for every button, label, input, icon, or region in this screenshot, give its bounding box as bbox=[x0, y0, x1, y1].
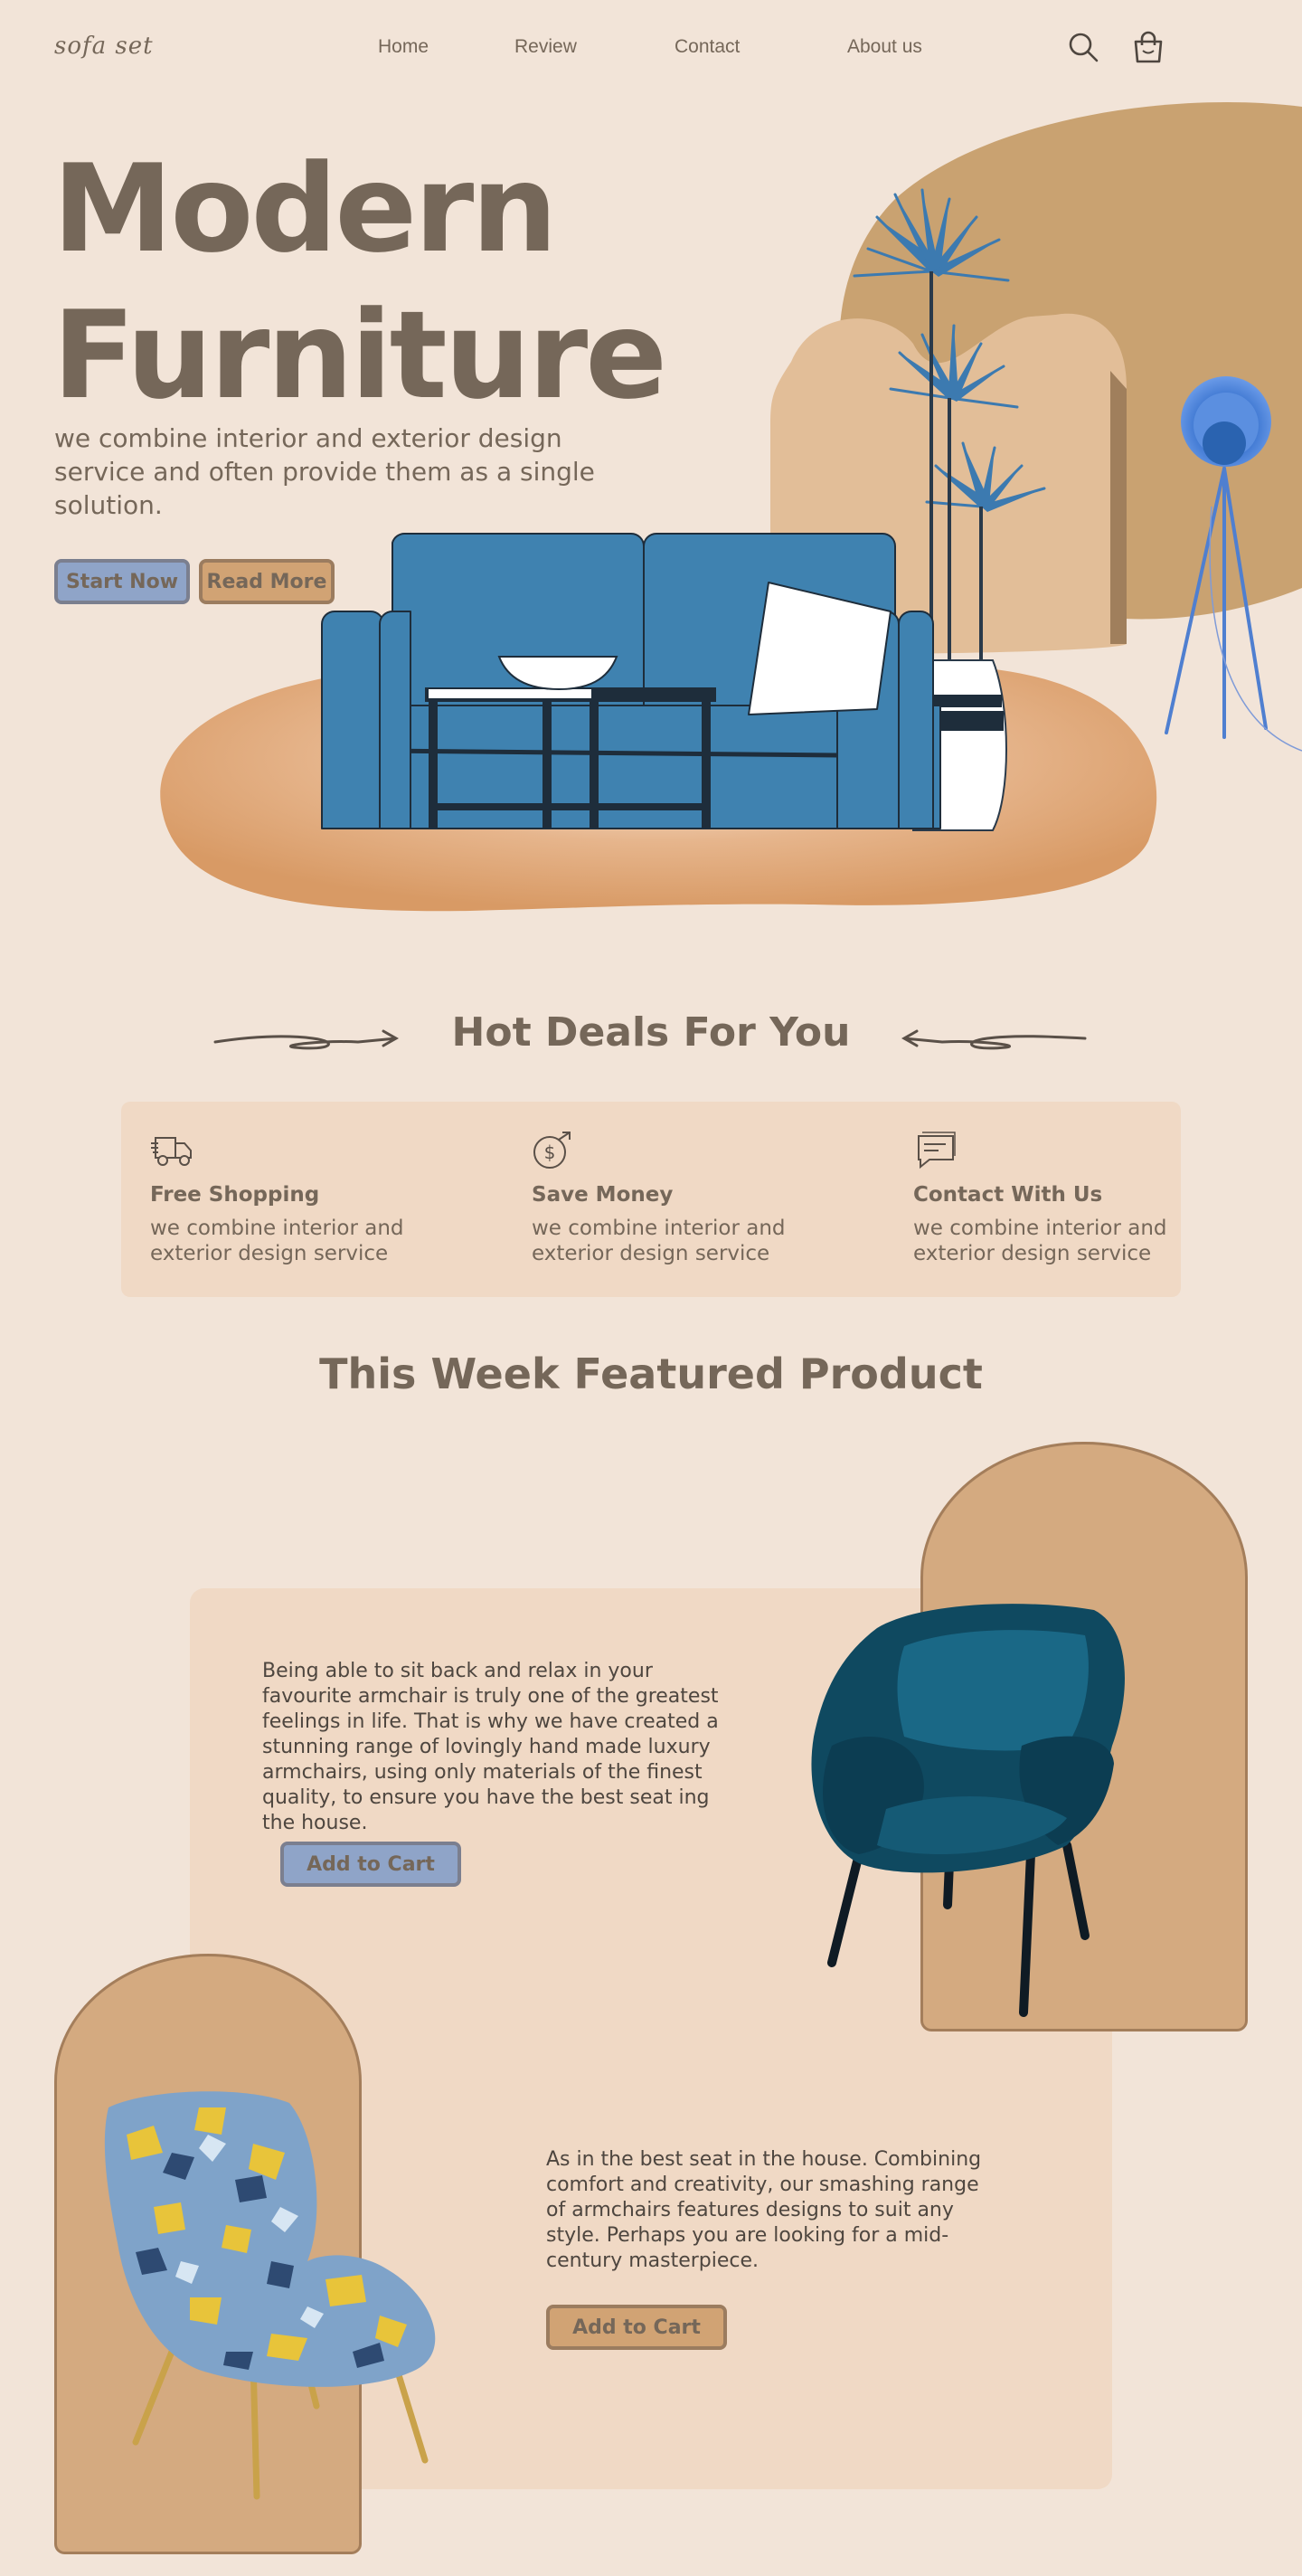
arrow-right-icon bbox=[213, 1029, 400, 1050]
featured-title: This Week Featured Product bbox=[319, 1350, 983, 1398]
nav-about-us[interactable]: About us bbox=[847, 36, 922, 58]
start-now-button[interactable]: Start Now bbox=[54, 559, 190, 604]
deal-title: Save Money bbox=[532, 1183, 674, 1207]
svg-text:$: $ bbox=[544, 1141, 556, 1163]
hero-subtitle: we combine interior and exterior design … bbox=[54, 423, 595, 520]
logo[interactable]: sofa set bbox=[54, 33, 154, 60]
product-1-description: Being able to sit back and relax in your… bbox=[262, 1660, 719, 1834]
hero-title-line1: Modern bbox=[52, 138, 558, 279]
chat-message-icon bbox=[918, 1132, 956, 1170]
deal-contact: Contact With Us we combine interior and … bbox=[913, 1131, 1184, 1266]
hero-title-line2: Furniture bbox=[52, 285, 667, 426]
deal-title: Contact With Us bbox=[913, 1183, 1103, 1207]
nav-contact[interactable]: Contact bbox=[675, 36, 740, 58]
nav-home[interactable]: Home bbox=[378, 36, 429, 58]
armchair-teal-image bbox=[811, 1604, 1125, 2017]
deal-free-shopping: Free Shopping we combine interior and ex… bbox=[150, 1131, 421, 1266]
deal-title: Free Shopping bbox=[150, 1183, 320, 1207]
hero-title: Modern Furniture bbox=[52, 136, 667, 429]
nav-review[interactable]: Review bbox=[514, 36, 577, 58]
add-to-cart-button[interactable]: Add to Cart bbox=[280, 1842, 461, 1887]
arrow-left-icon bbox=[901, 1029, 1087, 1050]
product-2-description: As in the best seat in the house. Combin… bbox=[546, 2148, 982, 2272]
hot-deals-title: Hot Deals For You bbox=[451, 1009, 851, 1056]
dollar-coin-icon: $ bbox=[533, 1132, 571, 1169]
deal-text: we combine interior and exterior design … bbox=[913, 1217, 1167, 1265]
deal-save-money: $ Save Money we combine interior and ext… bbox=[532, 1131, 803, 1266]
add-to-cart-button[interactable]: Add to Cart bbox=[546, 2305, 727, 2350]
deals-panel: Free Shopping we combine interior and ex… bbox=[121, 1102, 1181, 1297]
search-icon[interactable] bbox=[1067, 31, 1099, 63]
shopping-bag-icon[interactable] bbox=[1132, 31, 1165, 63]
delivery-truck-icon bbox=[151, 1137, 192, 1166]
deal-text: we combine interior and exterior design … bbox=[150, 1217, 404, 1265]
deal-text: we combine interior and exterior design … bbox=[532, 1217, 786, 1265]
armchair-patterned-image bbox=[104, 2091, 436, 2500]
read-more-button[interactable]: Read More bbox=[199, 559, 335, 604]
